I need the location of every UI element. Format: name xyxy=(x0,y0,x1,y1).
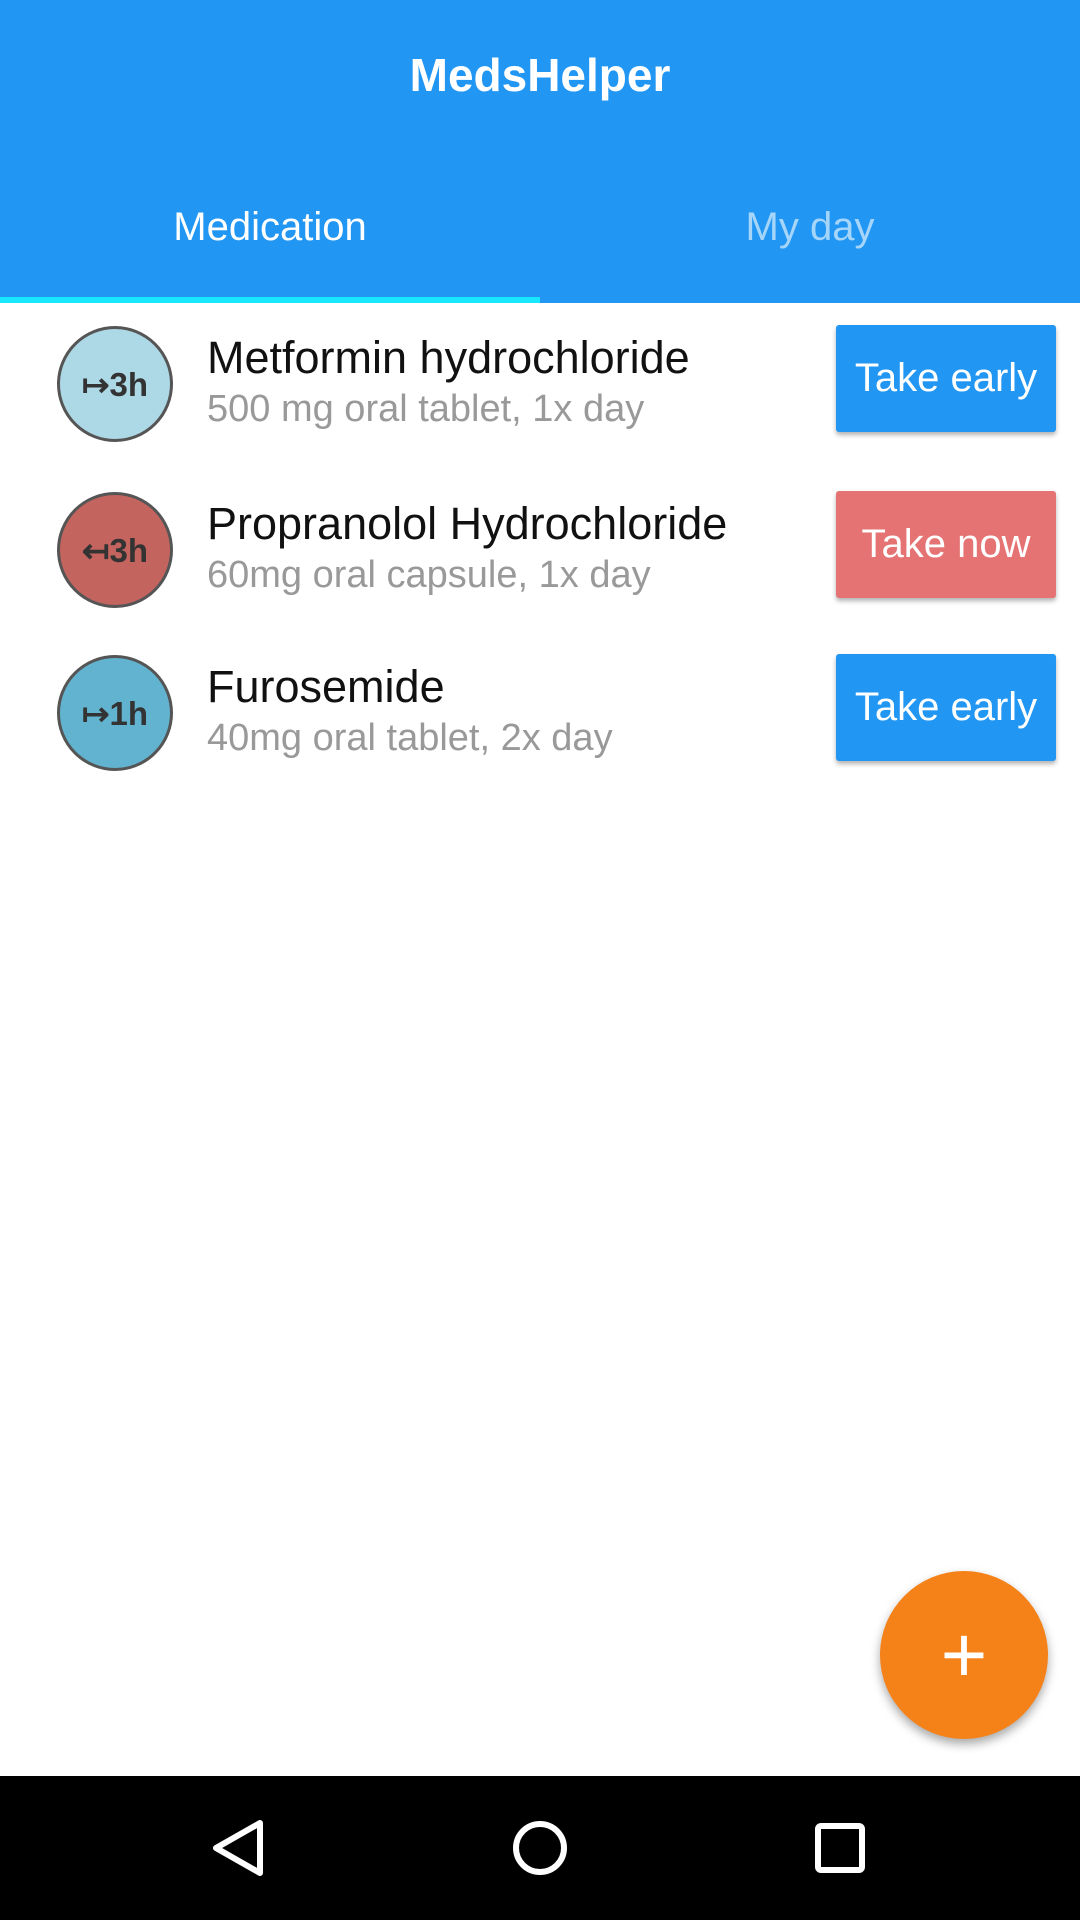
tab-my-day[interactable]: My day xyxy=(540,205,1080,250)
time-badge: ↤3h xyxy=(57,492,173,608)
plus-icon: + xyxy=(940,1610,988,1699)
tab-indicator xyxy=(0,297,540,303)
tab-medication[interactable]: Medication xyxy=(0,205,540,250)
medication-name: Propranolol Hydrochloride xyxy=(207,498,728,549)
home-icon[interactable] xyxy=(510,1818,570,1878)
take-early-button[interactable]: Take early xyxy=(836,654,1056,761)
app-bar: MedsHelper Medication My day xyxy=(0,0,1080,303)
medication-detail: 500 mg oral tablet, 1x day xyxy=(207,388,645,430)
take-early-button[interactable]: Take early xyxy=(836,325,1056,432)
medication-row[interactable]: ↦1h Furosemide 40mg oral tablet, 2x day … xyxy=(0,633,1080,793)
medication-detail: 40mg oral tablet, 2x day xyxy=(207,717,613,759)
recents-icon[interactable] xyxy=(810,1818,870,1878)
medication-row[interactable]: ↤3h Propranolol Hydrochloride 60mg oral … xyxy=(0,470,1080,630)
time-badge: ↦1h xyxy=(57,655,173,771)
medication-name: Furosemide xyxy=(207,661,445,712)
take-now-button[interactable]: Take now xyxy=(836,491,1056,598)
back-icon[interactable] xyxy=(208,1818,268,1878)
add-medication-button[interactable]: + xyxy=(880,1571,1048,1739)
medication-name: Metformin hydrochloride xyxy=(207,332,690,383)
app-title: MedsHelper xyxy=(409,49,671,101)
time-badge: ↦3h xyxy=(57,326,173,442)
medication-detail: 60mg oral capsule, 1x day xyxy=(207,554,651,596)
navigation-bar xyxy=(0,1776,1080,1920)
medication-row[interactable]: ↦3h Metformin hydrochloride 500 mg oral … xyxy=(0,304,1080,464)
